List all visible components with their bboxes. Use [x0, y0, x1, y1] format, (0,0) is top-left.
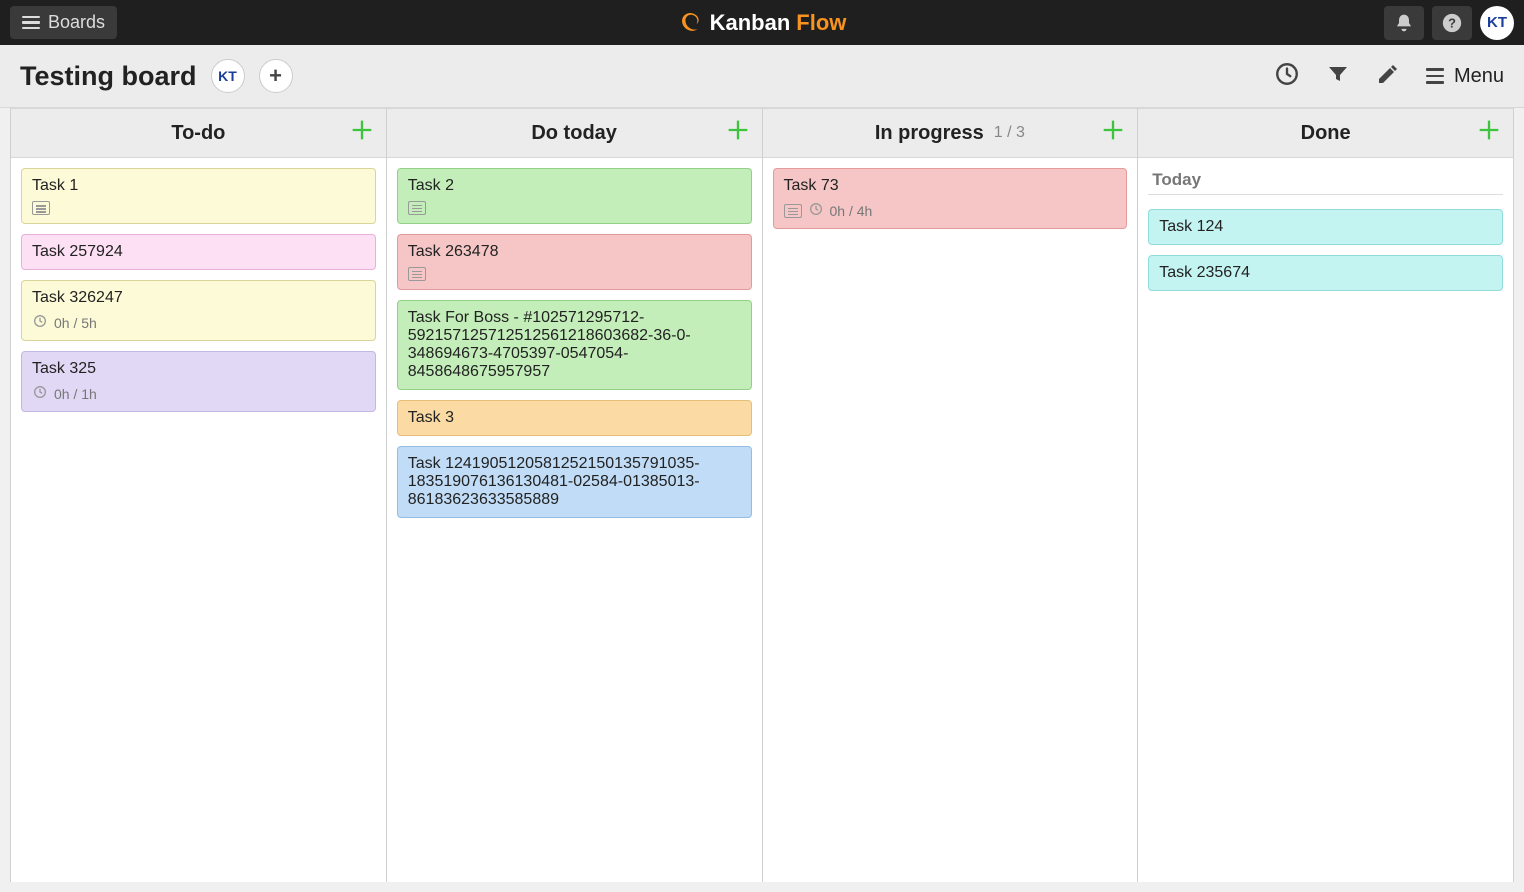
task-card-title: Task 73 [784, 177, 1117, 195]
board-columns: To-do Task 1 Task 257924 Task 326247 0h / 5h… [0, 108, 1524, 892]
task-card-icons [408, 201, 741, 215]
user-avatar[interactable]: KT [1480, 6, 1514, 40]
task-card-title: Task 2 [408, 177, 741, 195]
help-icon: ? [1441, 12, 1463, 34]
column-header: To-do [11, 108, 386, 158]
task-card-title: Task For Boss - #102571295712-5921571257… [408, 309, 741, 381]
task-card-title: Task 257924 [32, 243, 365, 261]
task-time: 0h / 1h [54, 386, 97, 402]
topbar-right: ? KT [1384, 6, 1514, 40]
hamburger-icon [22, 16, 40, 30]
plus-icon [1475, 116, 1503, 150]
task-card-title: Task 124 [1159, 218, 1492, 236]
task-card-icons [32, 201, 365, 215]
board-column: To-do Task 1 Task 257924 Task 326247 0h / 5h… [10, 108, 386, 882]
column-body: Task 1Task 257924Task 3262470h / 5hTask … [11, 158, 386, 422]
task-card[interactable]: Task 73 0h / 4h [773, 168, 1128, 229]
column-title: In progress [875, 122, 984, 145]
board-column: Do today Task 2 Task 263478 Task For Boss -… [386, 108, 762, 882]
column-title: To-do [171, 122, 225, 145]
clock-icon [1274, 61, 1300, 87]
timer-button[interactable] [1274, 61, 1300, 92]
add-card-button[interactable] [1099, 119, 1127, 147]
clock-icon [32, 313, 48, 332]
task-card-title: Task 235674 [1159, 264, 1492, 282]
notifications-button[interactable] [1384, 6, 1424, 40]
column-body: Task 2 Task 263478 Task For Boss - #102571… [387, 158, 762, 528]
task-card[interactable]: Task 263478 [397, 234, 752, 290]
task-card[interactable]: Task 235674 [1148, 255, 1503, 291]
task-card[interactable]: Task 1 [21, 168, 376, 224]
edit-button[interactable] [1376, 62, 1400, 91]
task-card-title: Task 326247 [32, 289, 365, 307]
board-header-right: Menu [1274, 61, 1504, 92]
add-member-button[interactable]: + [259, 59, 293, 93]
hamburger-icon [1426, 68, 1444, 84]
board-title: Testing board [20, 61, 197, 92]
task-card[interactable]: Task 257924 [21, 234, 376, 270]
board-member-chip[interactable]: KT [211, 59, 245, 93]
plus-icon [348, 116, 376, 150]
task-card-icons: 0h / 5h [32, 313, 365, 332]
column-header: In progress 1 / 3 [763, 108, 1138, 158]
column-header: Done [1138, 108, 1513, 158]
add-card-button[interactable] [348, 119, 376, 147]
board-menu-button[interactable]: Menu [1426, 65, 1504, 88]
svg-text:?: ? [1448, 15, 1456, 30]
boards-label: Boards [48, 12, 105, 33]
task-card[interactable]: Task 124190512058125215013579​1035-18351… [397, 446, 752, 518]
task-time: 0h / 5h [54, 315, 97, 331]
topbar: Boards KanbanFlow ? KT [0, 0, 1524, 45]
brand-text-flow: Flow [796, 10, 846, 36]
column-wip: 1 / 3 [994, 124, 1025, 142]
plus-icon [1099, 116, 1127, 150]
task-card[interactable]: Task 124 [1148, 209, 1503, 245]
task-card-icons: 0h / 1h [32, 384, 365, 403]
brand-logo[interactable]: KanbanFlow [678, 10, 847, 36]
task-card-title: Task 263478 [408, 243, 741, 261]
column-body: Task 73 0h / 4h [763, 158, 1138, 239]
task-card[interactable]: Task 326247 0h / 5h [21, 280, 376, 341]
description-icon [784, 204, 802, 218]
task-card-title: Task 1 [32, 177, 365, 195]
task-card[interactable]: Task 2 [397, 168, 752, 224]
pencil-icon [1376, 62, 1400, 86]
board-column: In progress 1 / 3 Task 73 0h / 4h [762, 108, 1138, 882]
task-card[interactable]: Task 325 0h / 1h [21, 351, 376, 412]
logo-swirl-icon [678, 10, 704, 36]
add-card-button[interactable] [724, 119, 752, 147]
brand-text-kanban: Kanban [710, 10, 791, 36]
filter-icon [1326, 62, 1350, 86]
task-card[interactable]: Task 3 [397, 400, 752, 436]
task-card-title: Task 325 [32, 360, 365, 378]
column-title: Do today [531, 122, 617, 145]
add-card-button[interactable] [1475, 119, 1503, 147]
task-card[interactable]: Task For Boss - #102571295712-5921571257… [397, 300, 752, 390]
calendar-icon [408, 201, 426, 215]
column-body: Today Task 124 Task 235674 [1138, 158, 1513, 301]
column-section-label: Today [1148, 168, 1503, 195]
column-header: Do today [387, 108, 762, 158]
task-time: 0h / 4h [830, 203, 873, 219]
clock-icon [32, 384, 48, 403]
task-card-icons: 0h / 4h [784, 201, 1117, 220]
board-header: Testing board KT + Menu [0, 45, 1524, 108]
plus-icon [724, 116, 752, 150]
clock-icon [808, 201, 824, 220]
filter-button[interactable] [1326, 62, 1350, 91]
description-icon [32, 201, 50, 215]
task-card-title: Task 3 [408, 409, 741, 427]
boards-button[interactable]: Boards [10, 6, 117, 39]
bell-icon [1394, 13, 1414, 33]
task-card-title: Task 124190512058125215013579​1035-18351… [408, 455, 741, 509]
column-title: Done [1301, 122, 1351, 145]
task-card-icons [408, 267, 741, 281]
menu-label: Menu [1454, 65, 1504, 88]
calendar-icon [408, 267, 426, 281]
board-column: Done Today Task 124 Task 235674 [1137, 108, 1514, 882]
help-button[interactable]: ? [1432, 6, 1472, 40]
